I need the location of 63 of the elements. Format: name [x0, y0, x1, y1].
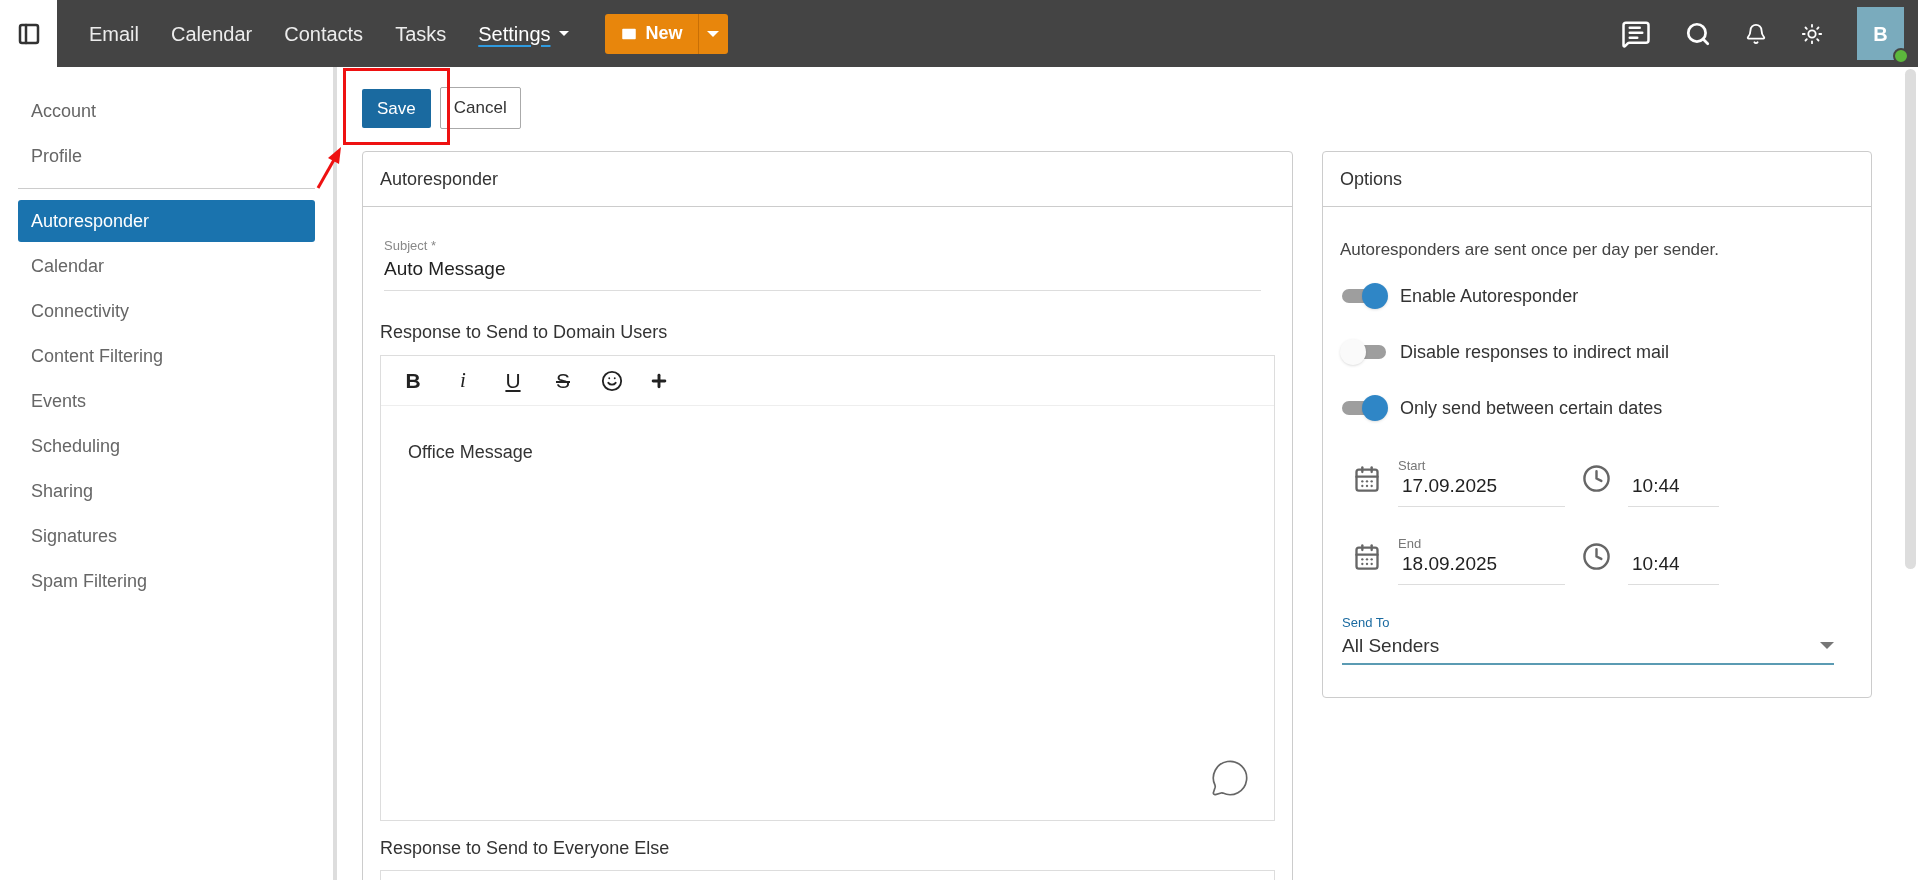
nav-link[interactable]: Calendar: [171, 18, 253, 49]
field-label: End: [1398, 535, 1423, 552]
calendar-icon[interactable]: [1353, 464, 1381, 493]
field-label: Send To: [1342, 614, 1391, 631]
caret-icon: [1820, 641, 1834, 649]
save-button[interactable]: Save: [362, 89, 431, 128]
search-icon[interactable]: [1685, 20, 1711, 47]
sidebar-item[interactable]: Sharing: [18, 470, 315, 512]
sidebar-item[interactable]: Events: [18, 380, 315, 422]
toggle-label: Only send between certain dates: [1400, 396, 1663, 420]
format-button[interactable]: i: [451, 364, 475, 397]
new-menu-button[interactable]: [697, 13, 728, 54]
format-button[interactable]: S: [551, 364, 575, 397]
card-title: Options: [1323, 152, 1871, 207]
sidebar-item[interactable]: Connectivity: [18, 290, 315, 332]
toggle-switch[interactable]: [1340, 283, 1388, 309]
send-to-select[interactable]: Send To All Senders: [1342, 614, 1834, 665]
sidebar-toggle-icon[interactable]: [16, 21, 41, 46]
time-field[interactable]: 10:44: [1628, 473, 1719, 507]
format-button[interactable]: B: [401, 364, 425, 397]
sidebar-item[interactable]: Content Filtering: [18, 335, 315, 377]
nav-link[interactable]: Email: [89, 18, 139, 49]
info-text: Autoresponders are sent once per day per sender.: [1340, 239, 1720, 261]
sidebar-item[interactable]: Account: [18, 90, 315, 132]
toggle-label: Enable Autoresponder: [1400, 284, 1579, 308]
cancel-button[interactable]: Cancel: [439, 87, 521, 129]
section-label: Response to Send to Domain Users: [380, 321, 669, 344]
field-value: 18.09.2025: [1401, 551, 1499, 576]
format-button[interactable]: U: [501, 364, 525, 397]
subject-field[interactable]: Subject * Auto Message: [384, 238, 1261, 291]
sidebar-item[interactable]: Calendar: [18, 245, 315, 287]
sidebar-item[interactable]: Signatures: [18, 515, 315, 557]
field-value: All Senders: [1342, 633, 1440, 658]
toggle-switch[interactable]: [1340, 339, 1388, 365]
nav-link[interactable]: Contacts: [284, 18, 364, 49]
clock-icon[interactable]: [1582, 541, 1611, 571]
editor-text: Office Message: [408, 441, 534, 464]
calendar-icon[interactable]: [1353, 542, 1381, 571]
toggle-switch[interactable]: [1340, 395, 1388, 421]
nav-link[interactable]: Settings: [478, 18, 569, 49]
caret-icon: [707, 30, 720, 37]
date-field[interactable]: End 18.09.2025: [1398, 535, 1565, 585]
date-field[interactable]: Start 17.09.2025: [1398, 457, 1565, 507]
message-editor[interactable]: B i U S Office Message: [380, 355, 1275, 821]
caret-icon: [558, 31, 569, 36]
field-label: Start: [1398, 457, 1427, 474]
clock-icon[interactable]: [1582, 463, 1611, 493]
field-value: 17.09.2025: [1401, 473, 1499, 498]
sidebar-item[interactable]: Scheduling: [18, 425, 315, 467]
section-label: Response to Send to Everyone Else: [380, 837, 671, 860]
sidebar-item[interactable]: Autoresponder: [18, 200, 315, 242]
sidebar-item[interactable]: Spam Filtering: [18, 560, 315, 602]
card-title: Autoresponder: [363, 152, 1292, 207]
toggle-label: Disable responses to indirect mail: [1400, 340, 1670, 364]
sun-icon[interactable]: [1801, 22, 1823, 45]
field-label: Subject *: [384, 238, 438, 254]
emoji-icon[interactable]: [601, 369, 623, 392]
sidebar-item[interactable]: Profile: [18, 135, 315, 177]
time-field[interactable]: 10:44: [1628, 551, 1719, 585]
nav-link[interactable]: Tasks: [395, 18, 447, 49]
field-value: Auto Message: [384, 257, 507, 281]
bell-icon[interactable]: [1745, 22, 1767, 45]
speech-bubble-icon: [1210, 758, 1250, 798]
